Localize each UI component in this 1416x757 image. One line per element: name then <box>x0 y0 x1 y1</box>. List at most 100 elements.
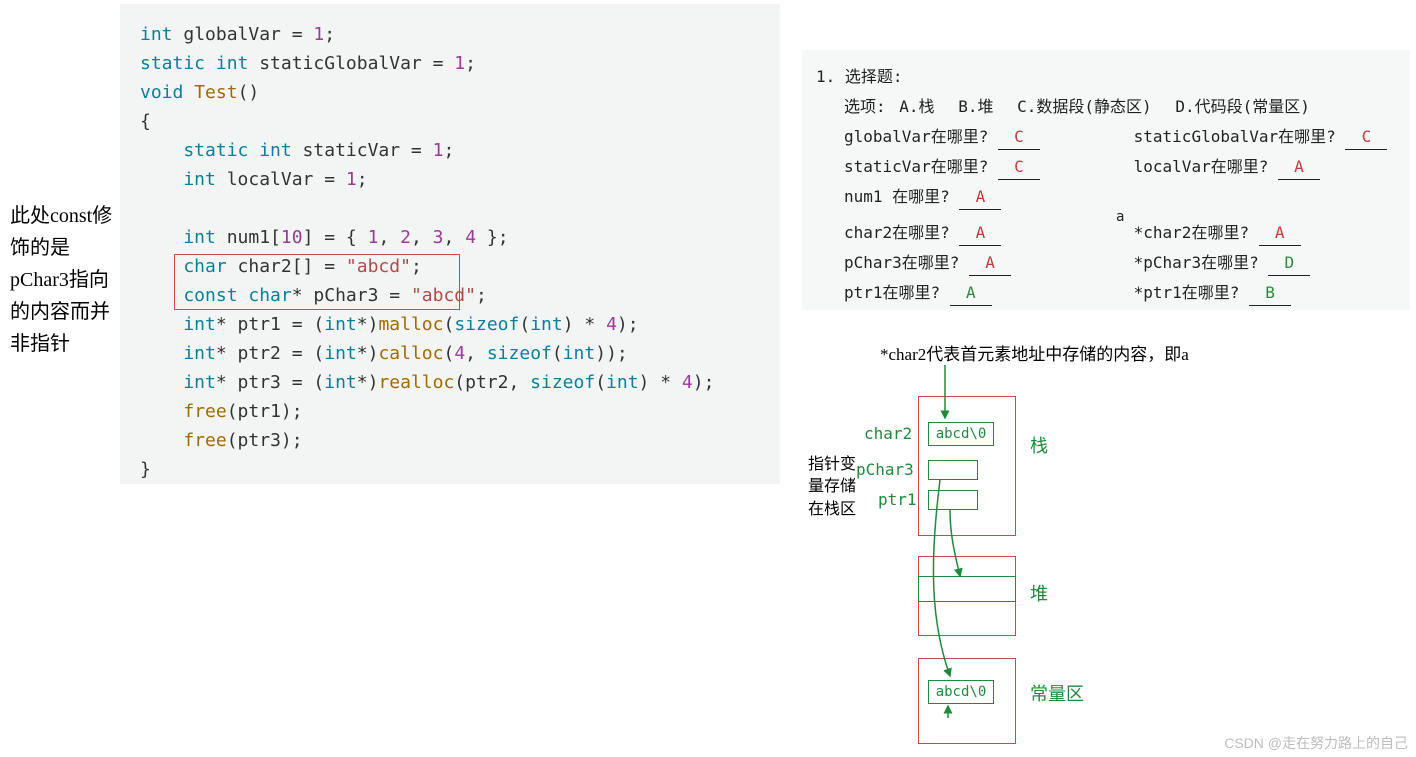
q-star-ptr1: *ptr1在哪里? <box>1134 283 1240 302</box>
ans-3: C <box>1010 160 1028 174</box>
region-stack-label: 栈 <box>1030 432 1048 458</box>
code-text: ; <box>476 285 487 306</box>
code-text <box>183 82 194 103</box>
kw-sizeof: sizeof <box>530 372 595 393</box>
num: 4 <box>606 314 617 335</box>
code-text: } <box>140 459 151 480</box>
fn-calloc: calloc <box>378 343 443 364</box>
kw-int: int <box>140 343 216 364</box>
code-text <box>140 401 183 422</box>
code-text: ; <box>465 53 476 74</box>
fn-free: free <box>183 430 226 451</box>
code-text: () <box>238 82 260 103</box>
ans-1: C <box>1010 130 1028 144</box>
code-text: (ptr3); <box>227 430 303 451</box>
q-staticglobalvar: staticGlobalVar在哪里? <box>1134 127 1336 146</box>
code-text: staticGlobalVar = <box>248 53 454 74</box>
q-star-char2: *char2在哪里? <box>1134 223 1249 242</box>
kw-int: int <box>140 314 216 335</box>
code-text: ( <box>552 343 563 364</box>
quiz-title: 选择题: <box>845 67 903 86</box>
q-pchar3: pChar3在哪里? <box>844 253 959 272</box>
kw-static-int: static int <box>140 53 248 74</box>
code-text: char2[] = <box>227 256 346 277</box>
num: 1 <box>346 169 357 190</box>
code-text: *) <box>357 343 379 364</box>
kw-static-int: static int <box>140 140 292 161</box>
label-char2: char2 <box>864 424 912 443</box>
label-pchar3: pChar3 <box>856 460 914 479</box>
code-text: ; <box>411 256 422 277</box>
ans-2: C <box>1357 130 1375 144</box>
str: "abcd" <box>346 256 411 277</box>
code-text: ; <box>443 140 454 161</box>
region-heap-label: 堆 <box>1030 580 1048 606</box>
q-star-pchar3: *pChar3在哪里? <box>1134 253 1259 272</box>
opt-c: C.数据段(静态区) <box>1017 97 1152 116</box>
kw-int: int <box>140 24 173 45</box>
code-text: * ptr1 = ( <box>216 314 324 335</box>
quiz-panel: 1. 选择题: 选项: A.栈 B.堆 C.数据段(静态区) D.代码段(常量区… <box>802 50 1410 310</box>
code-text: ); <box>693 372 715 393</box>
num: 3 <box>433 227 444 248</box>
code-text: ( <box>443 314 454 335</box>
watermark: CSDN @走在努力路上的自己 <box>1224 733 1408 753</box>
code-text: staticVar = <box>292 140 433 161</box>
code-text: ( <box>519 314 530 335</box>
num: 4 <box>454 343 465 364</box>
kw-sizeof: sizeof <box>487 343 552 364</box>
ans-4: A <box>1290 160 1308 174</box>
code-text: }; <box>476 227 509 248</box>
label-ptr1: ptr1 <box>878 490 917 509</box>
num: 1 <box>313 24 324 45</box>
code-text: num1[ <box>216 227 281 248</box>
code-text: *) <box>357 372 379 393</box>
num: 1 <box>368 227 379 248</box>
q-char2: char2在哪里? <box>844 223 950 242</box>
code-text: ); <box>617 314 639 335</box>
code-text: ( <box>443 343 454 364</box>
code-text: localVar = <box>216 169 346 190</box>
mem-char2-cell: abcd\0 <box>928 422 994 446</box>
kw-int: int <box>324 343 357 364</box>
ans-8: A <box>981 256 999 270</box>
quiz-number: 1. <box>816 67 835 86</box>
kw-int: int <box>324 314 357 335</box>
code-text: * pChar3 = <box>292 285 411 306</box>
num: 1 <box>454 53 465 74</box>
q-globalvar: globalVar在哪里? <box>844 127 988 146</box>
ans-9: D <box>1280 256 1298 270</box>
code-text: (ptr1); <box>227 401 303 422</box>
code-text: { <box>140 111 151 132</box>
region-const-label: 常量区 <box>1030 680 1084 706</box>
ans-11: B <box>1261 286 1279 300</box>
num: 2 <box>400 227 411 248</box>
kw-int: int <box>140 169 216 190</box>
num: 4 <box>682 372 693 393</box>
ans-5: A <box>971 190 989 204</box>
kw-char: char <box>140 256 227 277</box>
fn-malloc: malloc <box>378 314 443 335</box>
opt-b: B.堆 <box>958 97 993 116</box>
code-text: ; <box>357 169 368 190</box>
kw-void: void <box>140 82 183 103</box>
kw-int: int <box>530 314 563 335</box>
fn-name: Test <box>194 82 237 103</box>
tiny-a-note: a <box>1116 202 1124 232</box>
num: 4 <box>465 227 476 248</box>
kw-int: int <box>324 372 357 393</box>
code-text: * ptr3 = ( <box>216 372 324 393</box>
code-text: (ptr2, <box>454 372 530 393</box>
opt-d: D.代码段(常量区) <box>1175 97 1310 116</box>
mem-const-cell: abcd\0 <box>928 680 994 704</box>
pointer-storage-note: 指针变量存储在栈区 <box>808 454 860 521</box>
code-text: ( <box>595 372 606 393</box>
num: 1 <box>433 140 444 161</box>
code-text: , <box>378 227 400 248</box>
kw-sizeof: sizeof <box>454 314 519 335</box>
code-text: , <box>444 227 466 248</box>
code-text: , <box>411 227 433 248</box>
code-text <box>140 430 183 451</box>
kw-int: int <box>606 372 639 393</box>
kw-int: int <box>140 372 216 393</box>
